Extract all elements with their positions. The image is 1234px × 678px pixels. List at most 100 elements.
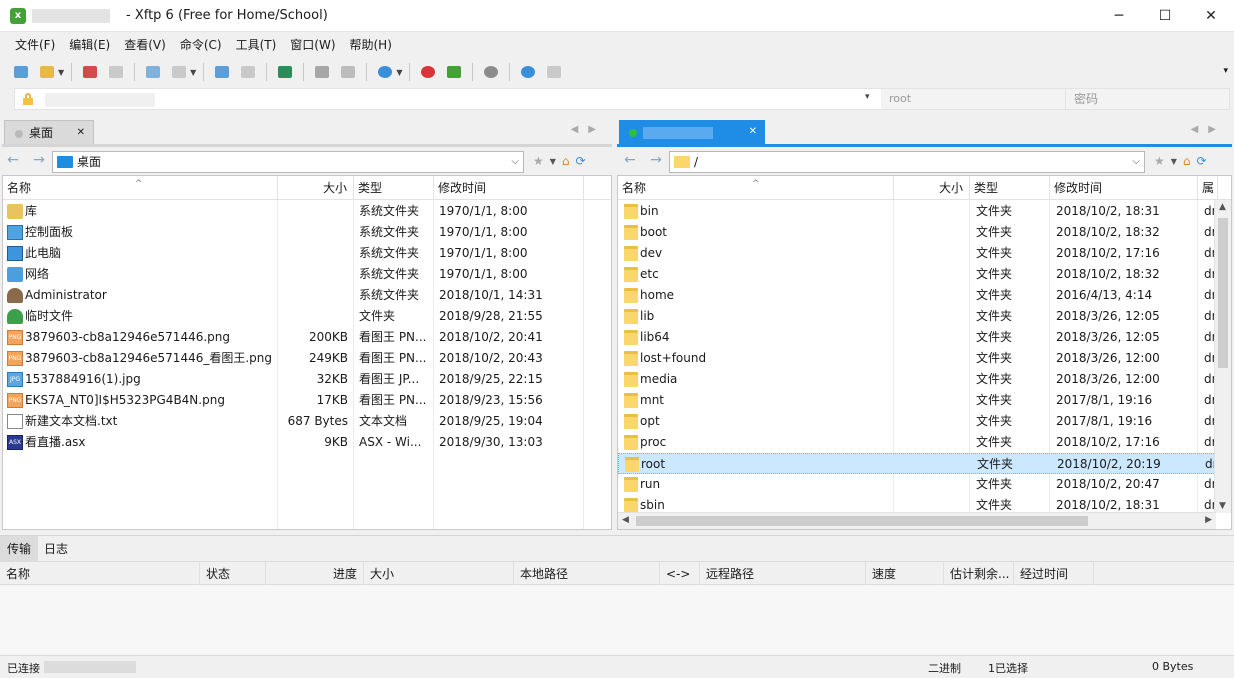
file-row[interactable]: JPG 1537884916(1).jpg 32KB 看图王 JP... 2018/9/…: [3, 369, 611, 390]
forward-arrow-icon[interactable]: →: [30, 152, 48, 168]
folder-row[interactable]: media 文件夹 2018/3/26, 12:00 dr: [618, 369, 1216, 390]
encoding-dropdown-icon[interactable]: ▼: [396, 68, 402, 77]
remote-vertical-scrollbar[interactable]: ▲ ▼: [1214, 200, 1231, 513]
open-session-button[interactable]: [36, 62, 58, 82]
sync-button[interactable]: [274, 62, 296, 82]
tab-transfers[interactable]: 传输: [0, 536, 39, 562]
xfer-column-status[interactable]: 状态: [200, 562, 266, 586]
refresh-icon[interactable]: ⟳: [1197, 154, 1207, 168]
column-modified[interactable]: 修改时间: [434, 176, 584, 200]
toolbar-overflow-icon[interactable]: ▾: [1223, 66, 1228, 76]
column-modified[interactable]: 修改时间: [1050, 176, 1198, 200]
scroll-left-icon[interactable]: ◀: [622, 515, 629, 525]
open-session-dropdown-icon[interactable]: ▼: [58, 68, 64, 77]
address-dropdown-icon[interactable]: ▾: [865, 92, 870, 102]
horizontal-scroll-thumb[interactable]: [636, 516, 1088, 526]
folder-row[interactable]: boot 文件夹 2018/10/2, 18:32 dr: [618, 222, 1216, 243]
file-row[interactable]: PNG 3879603-cb8a12946e571446_看图王.png 249KB…: [3, 348, 611, 369]
folder-row[interactable]: proc 文件夹 2018/10/2, 17:16 dr: [618, 432, 1216, 453]
scroll-down-icon[interactable]: ▼: [1219, 501, 1226, 511]
tab-scroll-arrows-icon[interactable]: ◀▶: [1191, 124, 1226, 135]
xfer-column-eta[interactable]: 估计剩余...: [944, 562, 1014, 586]
upload-button[interactable]: [211, 62, 233, 82]
paste-button[interactable]: [337, 62, 359, 82]
xfer-column-remote-path[interactable]: 远程路径: [700, 562, 866, 586]
folder-row[interactable]: home 文件夹 2016/4/13, 4:14 dr: [618, 285, 1216, 306]
tab-scroll-arrows-icon[interactable]: ◀▶: [571, 124, 606, 135]
close-tab-icon[interactable]: ✕: [77, 121, 85, 145]
back-arrow-icon[interactable]: ←: [4, 152, 22, 168]
minimize-button[interactable]: ─: [1096, 0, 1142, 32]
file-row[interactable]: 控制面板 系统文件夹 1970/1/1, 8:00: [3, 222, 611, 243]
encoding-button[interactable]: [374, 62, 396, 82]
menu-view[interactable]: 查看(V): [117, 36, 173, 53]
folder-row[interactable]: run 文件夹 2018/10/2, 20:47 dr: [618, 474, 1216, 495]
file-row[interactable]: PNG EKS7A_NT0]I$H5323PG4B4N.png 17KB 看图王 PN…: [3, 390, 611, 411]
local-path-box[interactable]: 桌面 ⌵: [52, 151, 524, 173]
vertical-scroll-thumb[interactable]: [1218, 218, 1228, 368]
file-row[interactable]: 库 系统文件夹 1970/1/1, 8:00: [3, 201, 611, 222]
tab-log[interactable]: 日志: [37, 536, 75, 562]
column-name[interactable]: 名称 ^: [3, 176, 278, 200]
favorites-star-icon[interactable]: ★: [1154, 154, 1165, 168]
file-row[interactable]: 新建文本文档.txt 687 Bytes 文本文档 2018/9/25, 19:04: [3, 411, 611, 432]
scroll-up-icon[interactable]: ▲: [1219, 202, 1226, 212]
folder-row[interactable]: lost+found 文件夹 2018/3/26, 12:00 dr: [618, 348, 1216, 369]
column-name[interactable]: 名称 ^: [618, 176, 894, 200]
path-dropdown-icon[interactable]: ⌵: [511, 152, 519, 172]
folder-row[interactable]: opt 文件夹 2017/8/1, 19:16 dr: [618, 411, 1216, 432]
xfer-column-local-path[interactable]: 本地路径: [514, 562, 660, 586]
folder-row[interactable]: root 文件夹 2018/10/2, 20:19 dr: [618, 453, 1217, 474]
address-bar[interactable]: ▾ root 密码: [14, 88, 1230, 110]
xfer-column-progress[interactable]: 进度: [266, 562, 364, 586]
refresh-icon[interactable]: ⟳: [576, 154, 586, 168]
folder-row[interactable]: mnt 文件夹 2017/8/1, 19:16 dr: [618, 390, 1216, 411]
file-row[interactable]: Administrator 系统文件夹 2018/10/1, 14:31: [3, 285, 611, 306]
column-size[interactable]: 大小: [278, 176, 354, 200]
folder-row[interactable]: lib 文件夹 2018/3/26, 12:05 dr: [618, 306, 1216, 327]
folder-row[interactable]: lib64 文件夹 2018/3/26, 12:05 dr: [618, 327, 1216, 348]
download-button[interactable]: [237, 62, 259, 82]
folder-row[interactable]: bin 文件夹 2018/10/2, 18:31 dr: [618, 201, 1216, 222]
menu-window[interactable]: 窗口(W): [283, 36, 342, 53]
file-row[interactable]: 临时文件 文件夹 2018/9/28, 21:55: [3, 306, 611, 327]
remote-horizontal-scrollbar[interactable]: ◀ ▶: [618, 512, 1216, 529]
menu-command[interactable]: 命令(C): [173, 36, 229, 53]
help-button[interactable]: [517, 62, 539, 82]
maximize-button[interactable]: ☐: [1142, 0, 1188, 32]
connect-button[interactable]: [79, 62, 101, 82]
column-size[interactable]: 大小: [894, 176, 970, 200]
favorites-dropdown-icon[interactable]: ▼: [550, 157, 556, 166]
xshell-button[interactable]: [417, 62, 439, 82]
column-type[interactable]: 类型: [970, 176, 1050, 200]
username-field[interactable]: root: [881, 89, 1065, 109]
favorites-dropdown-icon[interactable]: ▼: [1171, 157, 1177, 166]
xfer-column-elapsed[interactable]: 经过时间: [1014, 562, 1094, 586]
remote-path-box[interactable]: / ⌵: [669, 151, 1145, 173]
column-type[interactable]: 类型: [354, 176, 434, 200]
tab-layout-dropdown-icon[interactable]: ▼: [190, 68, 196, 77]
tab-remote-session[interactable]: ✕: [619, 120, 765, 144]
xfer-column-speed[interactable]: 速度: [866, 562, 944, 586]
close-window-button[interactable]: ✕: [1188, 0, 1234, 32]
file-row[interactable]: PNG 3879603-cb8a12946e571446.png 200KB 看图王 …: [3, 327, 611, 348]
tab-local-desktop[interactable]: 桌面 ✕: [4, 120, 94, 144]
back-arrow-icon[interactable]: ←: [621, 152, 639, 168]
password-field[interactable]: 密码: [1065, 89, 1229, 109]
file-row[interactable]: ASX 看直播.asx 9KB ASX - Wi... 2018/9/30, 13:03: [3, 432, 611, 453]
menu-tools[interactable]: 工具(T): [229, 36, 284, 53]
menu-file[interactable]: 文件(F): [8, 36, 62, 53]
column-permissions[interactable]: 属: [1198, 176, 1218, 200]
tab-layout-button[interactable]: [168, 62, 190, 82]
folder-row[interactable]: dev 文件夹 2018/10/2, 17:16 dr: [618, 243, 1216, 264]
menu-edit[interactable]: 编辑(E): [62, 36, 117, 53]
home-folder-icon[interactable]: ⌂: [562, 154, 570, 168]
folder-row[interactable]: etc 文件夹 2018/10/2, 18:32 dr: [618, 264, 1216, 285]
file-row[interactable]: 此电脑 系统文件夹 1970/1/1, 8:00: [3, 243, 611, 264]
favorites-star-icon[interactable]: ★: [533, 154, 544, 168]
options-button[interactable]: [480, 62, 502, 82]
path-dropdown-icon[interactable]: ⌵: [1132, 152, 1140, 172]
xfer-column-direction[interactable]: <->: [660, 562, 700, 586]
xfer-column-size[interactable]: 大小: [364, 562, 514, 586]
new-session-button[interactable]: [10, 62, 32, 82]
